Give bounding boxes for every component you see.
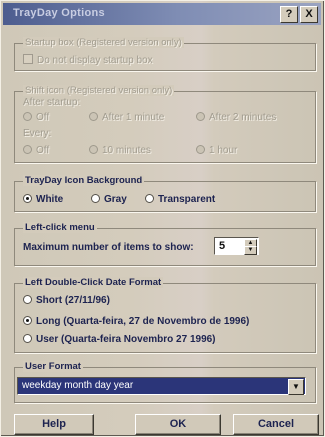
help-button[interactable]: Help bbox=[14, 414, 94, 435]
title-bar[interactable]: TrayDay Options ? X bbox=[3, 3, 321, 25]
date-format-group: Left Double-Click Date Format Short (27/… bbox=[14, 277, 316, 353]
icon-background-legend: TrayDay Icon Background bbox=[23, 175, 145, 186]
every-label: Every: bbox=[23, 128, 52, 139]
cancel-button[interactable]: Cancel bbox=[233, 414, 319, 435]
left-click-legend: Left-click menu bbox=[23, 222, 97, 233]
max-items-spinner[interactable]: 5 ▲ ▼ bbox=[214, 237, 259, 255]
background-transparent-radio[interactable]: Transparent bbox=[145, 194, 215, 205]
user-format-combo[interactable]: weekday month day year ▼ bbox=[17, 377, 306, 395]
background-white-radio[interactable]: White bbox=[23, 194, 63, 205]
date-format-legend: Left Double-Click Date Format bbox=[23, 277, 164, 288]
user-format-legend: User Format bbox=[23, 361, 83, 372]
after-2-minutes-radio[interactable]: After 2 minutes bbox=[196, 112, 276, 123]
after-startup-label: After startup: bbox=[23, 97, 81, 108]
ok-button[interactable]: OK bbox=[135, 414, 221, 435]
icon-background-group: TrayDay Icon Background White Gray Trans… bbox=[14, 175, 316, 212]
date-long-radio[interactable]: Long (Quarta-feira, 27 de Novembro de 19… bbox=[23, 316, 249, 327]
user-format-value[interactable]: weekday month day year bbox=[22, 380, 133, 391]
every-off-radio[interactable]: Off bbox=[23, 145, 49, 156]
startup-group: Startup box (Registered version only) Do… bbox=[14, 37, 316, 71]
startup-legend: Startup box (Registered version only) bbox=[23, 37, 184, 48]
date-short-radio[interactable]: Short (27/11/96) bbox=[23, 295, 110, 306]
background-gray-radio[interactable]: Gray bbox=[91, 194, 127, 205]
shift-icon-legend: Shift icon (Registered version only) bbox=[23, 85, 175, 96]
dropdown-arrow-icon[interactable]: ▼ bbox=[288, 379, 304, 395]
max-items-label: Maximum number of items to show: bbox=[23, 242, 194, 253]
help-title-button[interactable]: ? bbox=[280, 6, 298, 23]
after-1-minute-radio[interactable]: After 1 minute bbox=[89, 112, 164, 123]
options-dialog: TrayDay Options ? X Startup box (Registe… bbox=[0, 0, 325, 437]
shift-icon-group: Shift icon (Registered version only) Aft… bbox=[14, 85, 316, 163]
startup-checkbox-label: Do not display startup box bbox=[37, 55, 153, 66]
every-1-hour-radio[interactable]: 1 hour bbox=[196, 145, 237, 156]
spin-down-icon[interactable]: ▼ bbox=[244, 246, 257, 255]
startup-checkbox[interactable] bbox=[23, 54, 33, 64]
window-title: TrayDay Options bbox=[13, 7, 105, 19]
startup-checkbox-row[interactable]: Do not display startup box bbox=[23, 54, 153, 66]
close-button[interactable]: X bbox=[300, 6, 318, 23]
every-10-minutes-radio[interactable]: 10 minutes bbox=[89, 145, 151, 156]
max-items-value[interactable]: 5 bbox=[219, 240, 225, 252]
date-user-radio[interactable]: User (Quarta-feira Novembro 27 1996) bbox=[23, 334, 216, 345]
left-click-group: Left-click menu Maximum number of items … bbox=[14, 222, 316, 266]
after-off-radio[interactable]: Off bbox=[23, 112, 49, 123]
